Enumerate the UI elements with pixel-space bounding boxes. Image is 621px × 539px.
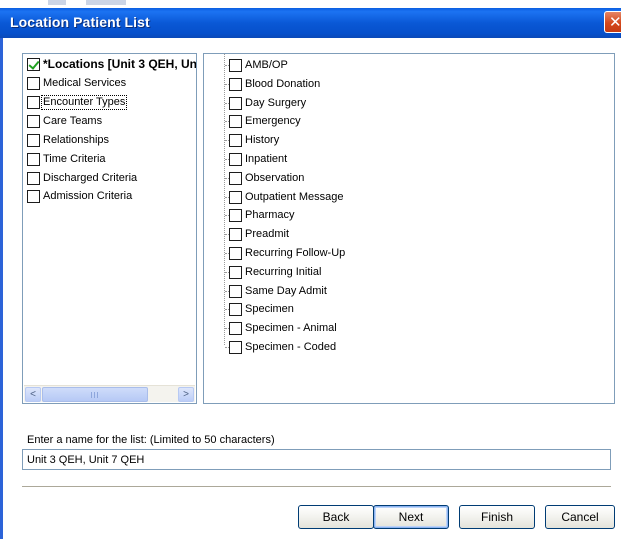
encounter-types-checkbox[interactable] xyxy=(27,95,40,109)
encounter-type-item[interactable]: Pharmacy xyxy=(229,207,296,223)
grip-icon xyxy=(91,392,100,398)
encounter-type-label: Pharmacy xyxy=(245,208,295,221)
encounter-type-checkbox[interactable] xyxy=(229,171,242,185)
encounter-type-checkbox[interactable] xyxy=(229,321,242,335)
encounter-type-checkbox[interactable] xyxy=(229,265,242,279)
divider xyxy=(22,486,611,488)
tree-item-medical-services[interactable]: Medical Services xyxy=(27,75,127,91)
encounter-type-label: Day Surgery xyxy=(245,96,307,109)
encounter-type-item[interactable]: Specimen xyxy=(229,301,295,317)
close-button[interactable]: ✕ xyxy=(604,11,621,33)
encounter-type-checkbox[interactable] xyxy=(229,208,242,222)
encounter-type-checkbox[interactable] xyxy=(229,340,242,354)
encounter-type-item[interactable]: Outpatient Message xyxy=(229,189,344,205)
encounter-type-checkbox[interactable] xyxy=(229,302,242,316)
tree-item-admission-criteria[interactable]: Admission Criteria xyxy=(27,188,133,204)
tree-item-label: Time Criteria xyxy=(43,152,106,165)
tree-item-label: Care Teams xyxy=(43,114,103,127)
relationships-checkbox[interactable] xyxy=(27,133,40,147)
encounter-type-label: Specimen - Coded xyxy=(245,340,337,353)
time-criteria-checkbox[interactable] xyxy=(27,152,40,166)
encounter-type-checkbox[interactable] xyxy=(229,77,242,91)
encounter-type-item[interactable]: Recurring Initial xyxy=(229,264,322,280)
encounter-type-label: Specimen xyxy=(245,302,294,315)
chevron-right-icon: > xyxy=(183,389,189,400)
encounter-type-checkbox[interactable] xyxy=(229,133,242,147)
horizontal-scrollbar[interactable]: < > xyxy=(24,385,195,402)
encounter-type-checkbox[interactable] xyxy=(229,227,242,241)
list-name-input[interactable] xyxy=(22,449,611,470)
cancel-button[interactable]: Cancel xyxy=(545,505,615,529)
tree-item-label: Medical Services xyxy=(43,76,127,89)
tree-item-relationships[interactable]: Relationships xyxy=(27,132,110,148)
tree-item-label: Encounter Types xyxy=(40,94,128,110)
tree-item-locations[interactable]: *Locations [Unit 3 QEH, Unit xyxy=(27,56,197,72)
close-icon: ✕ xyxy=(609,14,621,31)
tree-item-label: Discharged Criteria xyxy=(43,171,138,184)
discharged-criteria-checkbox[interactable] xyxy=(27,171,40,185)
admission-criteria-checkbox[interactable] xyxy=(27,189,40,203)
tree-item-discharged-criteria[interactable]: Discharged Criteria xyxy=(27,170,138,186)
tree-item-care-teams[interactable]: Care Teams xyxy=(27,113,103,129)
encounter-type-item[interactable]: Specimen - Animal xyxy=(229,320,338,336)
finish-button[interactable]: Finish xyxy=(459,505,535,529)
tree-item-encounter-types[interactable]: Encounter Types xyxy=(27,94,128,110)
tree-item-label: *Locations [Unit 3 QEH, Unit xyxy=(43,56,197,71)
encounter-type-checkbox[interactable] xyxy=(229,190,242,204)
window-border xyxy=(0,38,3,539)
encounter-type-item[interactable]: Emergency xyxy=(229,113,302,129)
encounter-types-tree[interactable]: AMB/OP Blood Donation Day Surgery Emergency… xyxy=(203,53,615,404)
encounter-type-item[interactable]: Specimen - Coded xyxy=(229,339,337,355)
encounter-type-item[interactable]: History xyxy=(229,132,280,148)
encounter-type-item[interactable]: Same Day Admit xyxy=(229,283,328,299)
encounter-type-label: Specimen - Animal xyxy=(245,321,337,334)
encounter-type-label: Preadmit xyxy=(245,227,290,240)
encounter-type-item[interactable]: Inpatient xyxy=(229,151,288,167)
encounter-type-label: Emergency xyxy=(245,114,301,127)
scroll-left-button[interactable]: < xyxy=(25,387,41,402)
encounter-type-label: Observation xyxy=(245,171,305,184)
care-teams-checkbox[interactable] xyxy=(27,114,40,128)
tree-item-label: Relationships xyxy=(43,133,110,146)
scroll-right-button[interactable]: > xyxy=(178,387,194,402)
title-bar[interactable]: Location Patient List ✕ xyxy=(0,8,621,38)
tree-item-time-criteria[interactable]: Time Criteria xyxy=(27,151,107,167)
encounter-type-item[interactable]: AMB/OP xyxy=(229,57,289,73)
encounter-type-label: Blood Donation xyxy=(245,77,321,90)
background-window-fragment xyxy=(86,0,126,5)
chevron-left-icon: < xyxy=(30,389,36,400)
tree-connector xyxy=(224,54,225,345)
list-name-label: Enter a name for the list: (Limited to 5… xyxy=(27,434,275,446)
tree-item-label: Admission Criteria xyxy=(43,189,133,202)
encounter-type-item[interactable]: Day Surgery xyxy=(229,95,307,111)
encounter-type-label: AMB/OP xyxy=(245,58,288,71)
encounter-type-item[interactable]: Recurring Follow-Up xyxy=(229,245,346,261)
encounter-type-checkbox[interactable] xyxy=(229,152,242,166)
encounter-type-label: Recurring Follow-Up xyxy=(245,246,346,259)
encounter-type-checkbox[interactable] xyxy=(229,96,242,110)
window-title: Location Patient List xyxy=(10,14,150,30)
next-button[interactable]: Next xyxy=(373,505,449,529)
scrollbar-thumb[interactable] xyxy=(42,387,148,402)
encounter-type-item[interactable]: Blood Donation xyxy=(229,76,321,92)
encounter-type-item[interactable]: Preadmit xyxy=(229,226,290,242)
back-button[interactable]: Back xyxy=(298,505,374,529)
encounter-type-label: Outpatient Message xyxy=(245,190,344,203)
background-window-fragment xyxy=(48,0,66,5)
encounter-type-label: Same Day Admit xyxy=(245,284,327,297)
encounter-type-label: History xyxy=(245,133,280,146)
encounter-type-checkbox[interactable] xyxy=(229,246,242,260)
locations-checkbox[interactable] xyxy=(27,57,40,71)
encounter-type-checkbox[interactable] xyxy=(229,284,242,298)
criteria-tree[interactable]: *Locations [Unit 3 QEH, Unit Medical Ser… xyxy=(22,53,197,404)
encounter-type-item[interactable]: Observation xyxy=(229,170,305,186)
encounter-type-checkbox[interactable] xyxy=(229,58,242,72)
encounter-type-label: Inpatient xyxy=(245,152,288,165)
encounter-type-checkbox[interactable] xyxy=(229,114,242,128)
top-strip xyxy=(0,0,621,8)
encounter-type-label: Recurring Initial xyxy=(245,265,322,278)
medical-services-checkbox[interactable] xyxy=(27,76,40,90)
